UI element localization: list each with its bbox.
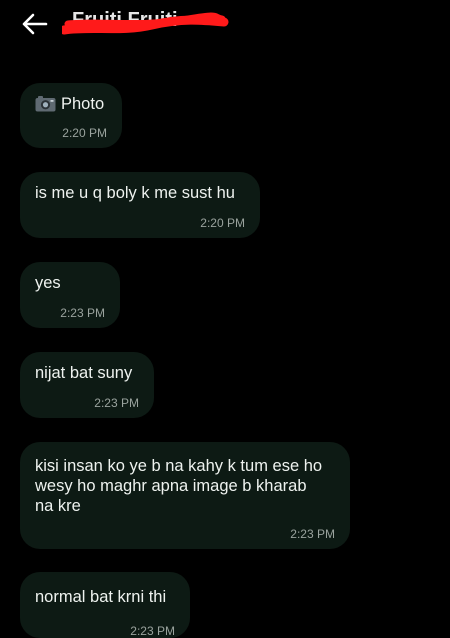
message-text: is me u q boly k me sust hu: [35, 184, 235, 202]
message-text-label: Photo: [61, 95, 105, 113]
message-bubble[interactable]: normal bat krni thi 2:23 PM: [20, 572, 190, 638]
message-text: Photo: [35, 94, 107, 114]
message-text: normal bat krni thi: [35, 588, 167, 606]
message-bubble[interactable]: Photo 2:20 PM: [20, 83, 122, 148]
arrow-left-icon: [22, 13, 48, 35]
contact-name[interactable]: Fruiti Fruiti: [72, 9, 178, 32]
message-text: kisi insan ko ye b na kahy k tum ese ho …: [35, 457, 323, 515]
chat-header: Fruiti Fruiti: [0, 0, 450, 50]
message-timestamp: 2:20 PM: [62, 126, 107, 140]
message-bubble[interactable]: is me u q boly k me sust hu 2:20 PM: [20, 172, 260, 238]
message-timestamp: 2:23 PM: [60, 306, 105, 320]
message-text: nijat bat suny: [35, 364, 133, 382]
message-timestamp: 2:23 PM: [130, 624, 175, 638]
message-bubble[interactable]: nijat bat suny 2:23 PM: [20, 352, 154, 418]
message-text: yes: [35, 274, 61, 292]
message-bubble[interactable]: kisi insan ko ye b na kahy k tum ese ho …: [20, 442, 350, 549]
back-button[interactable]: [14, 6, 54, 42]
message-bubble[interactable]: yes 2:23 PM: [20, 262, 120, 328]
message-timestamp: 2:20 PM: [200, 216, 245, 230]
message-timestamp: 2:23 PM: [290, 527, 335, 541]
message-timestamp: 2:23 PM: [94, 396, 139, 410]
camera-icon: [35, 96, 56, 112]
